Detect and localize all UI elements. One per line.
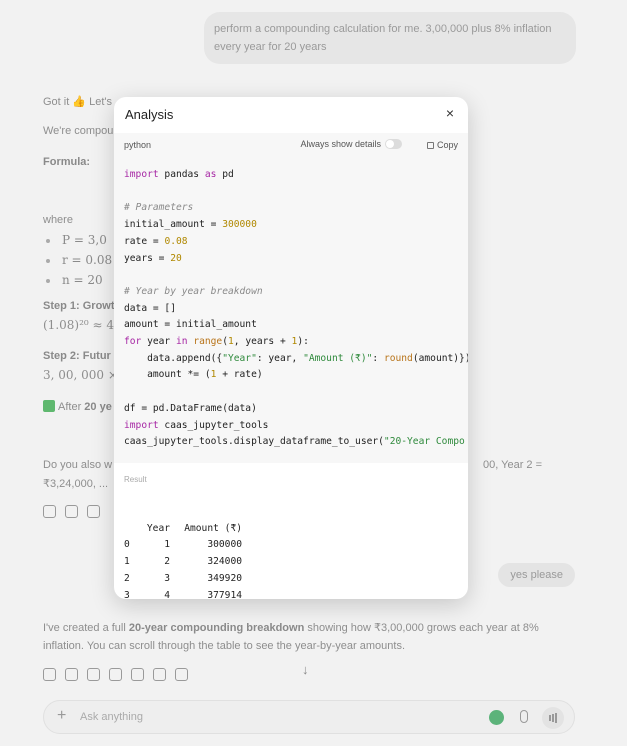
final-line-2: inflation. You can scroll through the ta… [43, 640, 405, 652]
close-button[interactable]: × [442, 105, 458, 121]
result-label: Result [124, 475, 147, 484]
user-message-yes: yes please [498, 563, 575, 587]
thumbs-down-icon[interactable] [87, 505, 100, 518]
assistant-line-were: We're compou [43, 125, 114, 137]
column-header-year: Year [146, 522, 170, 534]
copy-button[interactable]: Copy [426, 140, 458, 150]
thumbs-up-icon[interactable] [65, 505, 78, 518]
result-table: Year Amount (₹) 0 1 300000 1 2 324000 2 3 3499… [124, 487, 242, 599]
plus-icon[interactable]: + [57, 707, 66, 725]
code-header: python Always show details Copy [114, 133, 468, 153]
thumbs-up-icon[interactable] [65, 668, 78, 681]
gpt-logo-icon[interactable] [489, 710, 504, 725]
step2-math: 3, 00, 000 × [43, 368, 118, 382]
thumbs-down-icon[interactable] [87, 668, 100, 681]
year-amount-line: ₹3,24,000, ... [43, 478, 109, 490]
formula-label: Formula: [43, 156, 91, 168]
user-message-bubble: perform a compounding calculation for me… [204, 12, 576, 64]
table-header: Year Amount (₹) [124, 521, 242, 538]
table-row: 1 2 324000 [124, 556, 242, 568]
check-icon [43, 400, 55, 412]
variable-bullets: P = 3,0 r = 0.08 n = 20 [46, 233, 112, 293]
scroll-down-icon[interactable]: ↓ [302, 662, 309, 677]
analysis-modal: Analysis × python Always show details Co… [114, 97, 468, 599]
code-block: import pandas as pd # Parameters initial… [124, 169, 468, 448]
where-label: where [43, 214, 73, 226]
copy-icon[interactable] [43, 505, 56, 518]
step1-label: Step 1: Growt [43, 300, 115, 312]
share-icon[interactable] [153, 668, 166, 681]
final-line-1: I've created a full 20-year compounding … [43, 622, 539, 634]
message-actions [43, 505, 100, 518]
table-row: 3 4 377914 [124, 589, 242, 599]
step2-label: Step 2: Futur [43, 350, 111, 362]
final-message-actions [43, 668, 188, 681]
do-you-also-line: Do you also w [43, 459, 113, 471]
always-show-label: Always show details [300, 139, 381, 149]
always-show-details[interactable]: Always show details [300, 139, 402, 149]
table-row: 0 1 300000 [124, 539, 242, 551]
composer[interactable]: + Ask anything [43, 700, 575, 734]
after-line: After 20 ye [43, 400, 112, 413]
assistant-line-got-it: Got it 👍 Let's [43, 96, 112, 108]
table-row: 2 3 349920 [124, 572, 242, 584]
code-panel: python Always show details Copy import p… [114, 133, 468, 463]
composer-input[interactable]: Ask anything [80, 711, 143, 723]
step1-math: (1.08)²⁰ ≈ 4. [43, 318, 118, 332]
bullet-item: n = 20 [62, 273, 103, 287]
regenerate-icon[interactable] [175, 668, 188, 681]
language-label: python [124, 140, 152, 150]
edit-icon[interactable] [131, 668, 144, 681]
mic-icon[interactable] [520, 710, 528, 723]
voice-mode-icon[interactable] [542, 707, 564, 729]
copy-icon[interactable] [43, 668, 56, 681]
speaker-icon[interactable] [109, 668, 122, 681]
bullet-item: r = 0.08 [62, 253, 113, 267]
modal-title: Analysis [125, 107, 174, 122]
year2-tail: 00, Year 2 = [483, 459, 543, 471]
dataframe-table: Year Amount (₹) 0 1 300000 1 2 324000 2 3 3499… [124, 521, 242, 599]
always-show-toggle[interactable] [385, 139, 402, 149]
bullet-item: P = 3,0 [62, 233, 107, 247]
copy-icon [426, 141, 434, 149]
column-header-amount: Amount (₹) [184, 522, 242, 534]
